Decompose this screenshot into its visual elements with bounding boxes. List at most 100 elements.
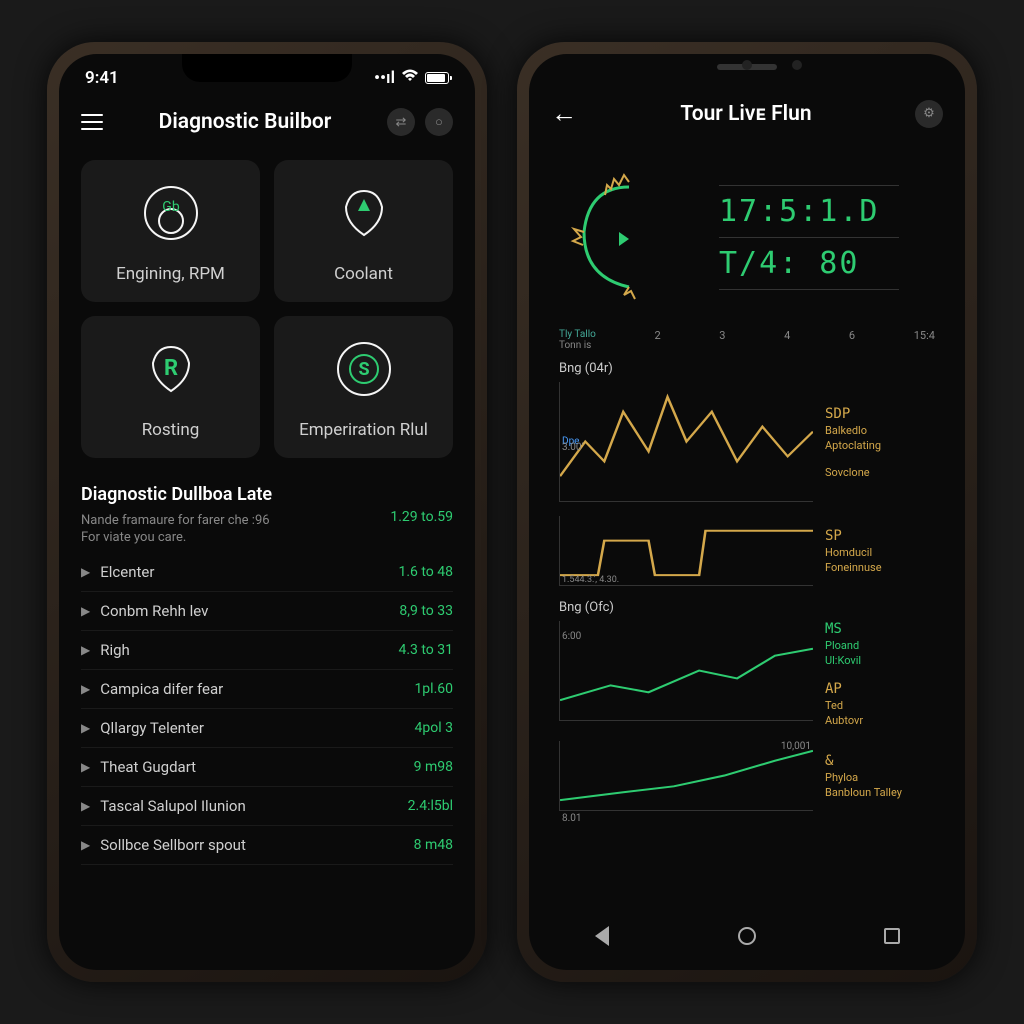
- play-icon: ▶: [81, 643, 90, 657]
- screen-right: ← Tour Livᴇ Flun ⚙ 17:5:1.D T/4: 80 T: [529, 54, 965, 970]
- signal-icon: ••ıl: [374, 68, 395, 88]
- tile-label: Rosting: [142, 420, 200, 440]
- list-label: Elcenter: [100, 563, 154, 581]
- chart-title: Bng (04r): [559, 361, 935, 376]
- nav-recent[interactable]: [872, 916, 912, 956]
- list-value: 9 m98: [414, 759, 453, 775]
- legend-item: Sovclone: [825, 466, 935, 479]
- y-tick: 3.00': [562, 442, 583, 453]
- tile-emperiration[interactable]: S Emperiration Rlul: [274, 316, 453, 458]
- play-icon: ▶: [81, 565, 90, 579]
- list-item[interactable]: ▶ Qllargy Telenter 4pol 3: [81, 709, 453, 748]
- phone-right: ← Tour Livᴇ Flun ⚙ 17:5:1.D T/4: 80 T: [517, 42, 977, 982]
- svg-text:S: S: [358, 359, 369, 380]
- rosting-icon: R: [136, 334, 206, 404]
- page-title: Diagnostic Builbor: [159, 110, 332, 134]
- gauge-panel: 17:5:1.D T/4: 80: [529, 145, 965, 329]
- list-item[interactable]: ▶Theat Gugdart9 m98: [81, 748, 453, 787]
- chart-plot: 1.544.3.', 4.30.: [559, 516, 813, 586]
- page-title: Tour Livᴇ Flun: [680, 102, 811, 126]
- gauge-icon: [559, 167, 699, 307]
- legend-item: & Phyloa Banbloun Talley: [825, 753, 935, 799]
- list-item[interactable]: ▶Sollbce Sellborr spout8 m48: [81, 826, 453, 865]
- more-icon[interactable]: ○: [425, 108, 453, 136]
- wifi-icon: [401, 68, 419, 88]
- gauge-readings: 17:5:1.D T/4: 80: [719, 167, 899, 307]
- svg-text:R: R: [163, 356, 177, 381]
- list-label: Campica difer fear: [100, 680, 223, 698]
- chart-4: 10,001 8.01 & Phyloa Banbloun Talley: [529, 731, 965, 815]
- section-value: 1.29 to.59: [390, 509, 453, 525]
- app-header: Diagnostic Builbor ⇄ ○: [59, 92, 475, 152]
- tile-engine-rpm[interactable]: Gb Engining, RPM: [81, 160, 260, 302]
- sync-icon[interactable]: ⇄: [387, 108, 415, 136]
- chart-2: 1.544.3.', 4.30. SP Homducil Foneinnuse: [529, 506, 965, 590]
- y-tick: 6:00: [562, 631, 581, 642]
- legend-item: SDP Balkedlo Aptoclating: [825, 406, 935, 452]
- chart-plot: 10,001 8.01: [559, 741, 813, 811]
- tile-label: Emperiration Rlul: [299, 420, 428, 440]
- axis-tick: 2: [654, 329, 660, 351]
- header-actions: ⇄ ○: [387, 108, 453, 136]
- back-icon[interactable]: ←: [551, 98, 577, 129]
- tile-rosting[interactable]: R Rosting: [81, 316, 260, 458]
- list-value: 8,9 to 33: [399, 603, 453, 619]
- battery-icon: [425, 72, 449, 84]
- section-title: Diagnostic Dullboa Late: [81, 484, 453, 505]
- phone-left: 9:41 ••ıl Diagnostic Builbor ⇄ ○ Gb: [47, 42, 487, 982]
- chart-legend: MS Ploand Ul:Kovil AP Ted Aubtovr: [825, 621, 935, 727]
- list-item[interactable]: ▶Campica difer fear1pl.60: [81, 670, 453, 709]
- divider: [719, 185, 899, 186]
- play-icon: ▶: [81, 838, 90, 852]
- status-time: 9:41: [85, 68, 119, 88]
- reading-1: 17:5:1.D: [719, 194, 899, 229]
- screen-left: 9:41 ••ıl Diagnostic Builbor ⇄ ○ Gb: [59, 54, 475, 970]
- tile-coolant[interactable]: Coolant: [274, 160, 453, 302]
- chart-legend: SP Homducil Foneinnuse: [825, 516, 935, 586]
- list-item[interactable]: ▶ Elcenter 1.6 to 48: [81, 553, 453, 592]
- engine-icon: Gb: [136, 178, 206, 248]
- list-item[interactable]: ▶Righ4.3 to 31: [81, 631, 453, 670]
- chart-axis: Tly Tallo Tonn is 2 3 4 6 15:4: [529, 329, 965, 351]
- tile-label: Coolant: [334, 264, 393, 284]
- list-label: Theat Gugdart: [100, 758, 196, 776]
- chart-legend: & Phyloa Banbloun Talley: [825, 741, 935, 811]
- y-tick: 10,001: [781, 741, 811, 752]
- list-value: 4pol 3: [415, 720, 453, 736]
- play-icon: ▶: [81, 721, 90, 735]
- legend-item: SP Homducil Foneinnuse: [825, 528, 935, 574]
- nav-home[interactable]: [727, 916, 767, 956]
- android-nav: [529, 902, 965, 970]
- list-value: 2.4:l5bl: [408, 798, 453, 814]
- chart-title: Bng (Ofc): [559, 600, 935, 615]
- axis-tick: 3: [719, 329, 725, 351]
- list-value: 1.6 to 48: [398, 564, 453, 580]
- nav-back[interactable]: [582, 916, 622, 956]
- divider: [719, 289, 899, 290]
- play-icon: ▶: [81, 799, 90, 813]
- list-item[interactable]: ▶Tascal Salupol Ilunion2.4:l5bl: [81, 787, 453, 826]
- section-subtitle: Nande framaure for farer che :96: [81, 513, 270, 528]
- section-subtitle-2: For viate you care.: [81, 530, 453, 545]
- notch: [182, 54, 352, 82]
- y-tick: 8.01: [562, 813, 582, 824]
- list-label: Qllargy Telenter: [100, 719, 204, 737]
- list-value: 4.3 to 31: [398, 642, 453, 658]
- hamburger-icon[interactable]: [81, 114, 103, 130]
- list-item[interactable]: ▶Conbm Rehh lev8,9 to 33: [81, 592, 453, 631]
- app-header: ← Tour Livᴇ Flun ⚙: [529, 82, 965, 145]
- tile-grid: Gb Engining, RPM Coolant R Rosting S: [59, 152, 475, 466]
- emperiration-icon: S: [329, 334, 399, 404]
- axis-tick: 15:4: [914, 329, 935, 351]
- chart-legend: SDP Balkedlo Aptoclating Sovclone: [825, 382, 935, 502]
- list-value: 8 m48: [414, 837, 453, 853]
- reading-2: T/4: 80: [719, 246, 899, 281]
- axis-tick: 6: [849, 329, 855, 351]
- list-label: Conbm Rehh lev: [100, 602, 208, 620]
- settings-icon[interactable]: ⚙: [915, 100, 943, 128]
- coolant-icon: [329, 178, 399, 248]
- diagnostic-section: Diagnostic Dullboa Late Nande framaure f…: [59, 466, 475, 553]
- chart-plot: Dpe 3.00': [559, 382, 813, 502]
- camera-icon: [742, 60, 752, 70]
- axis-tick: 4: [784, 329, 790, 351]
